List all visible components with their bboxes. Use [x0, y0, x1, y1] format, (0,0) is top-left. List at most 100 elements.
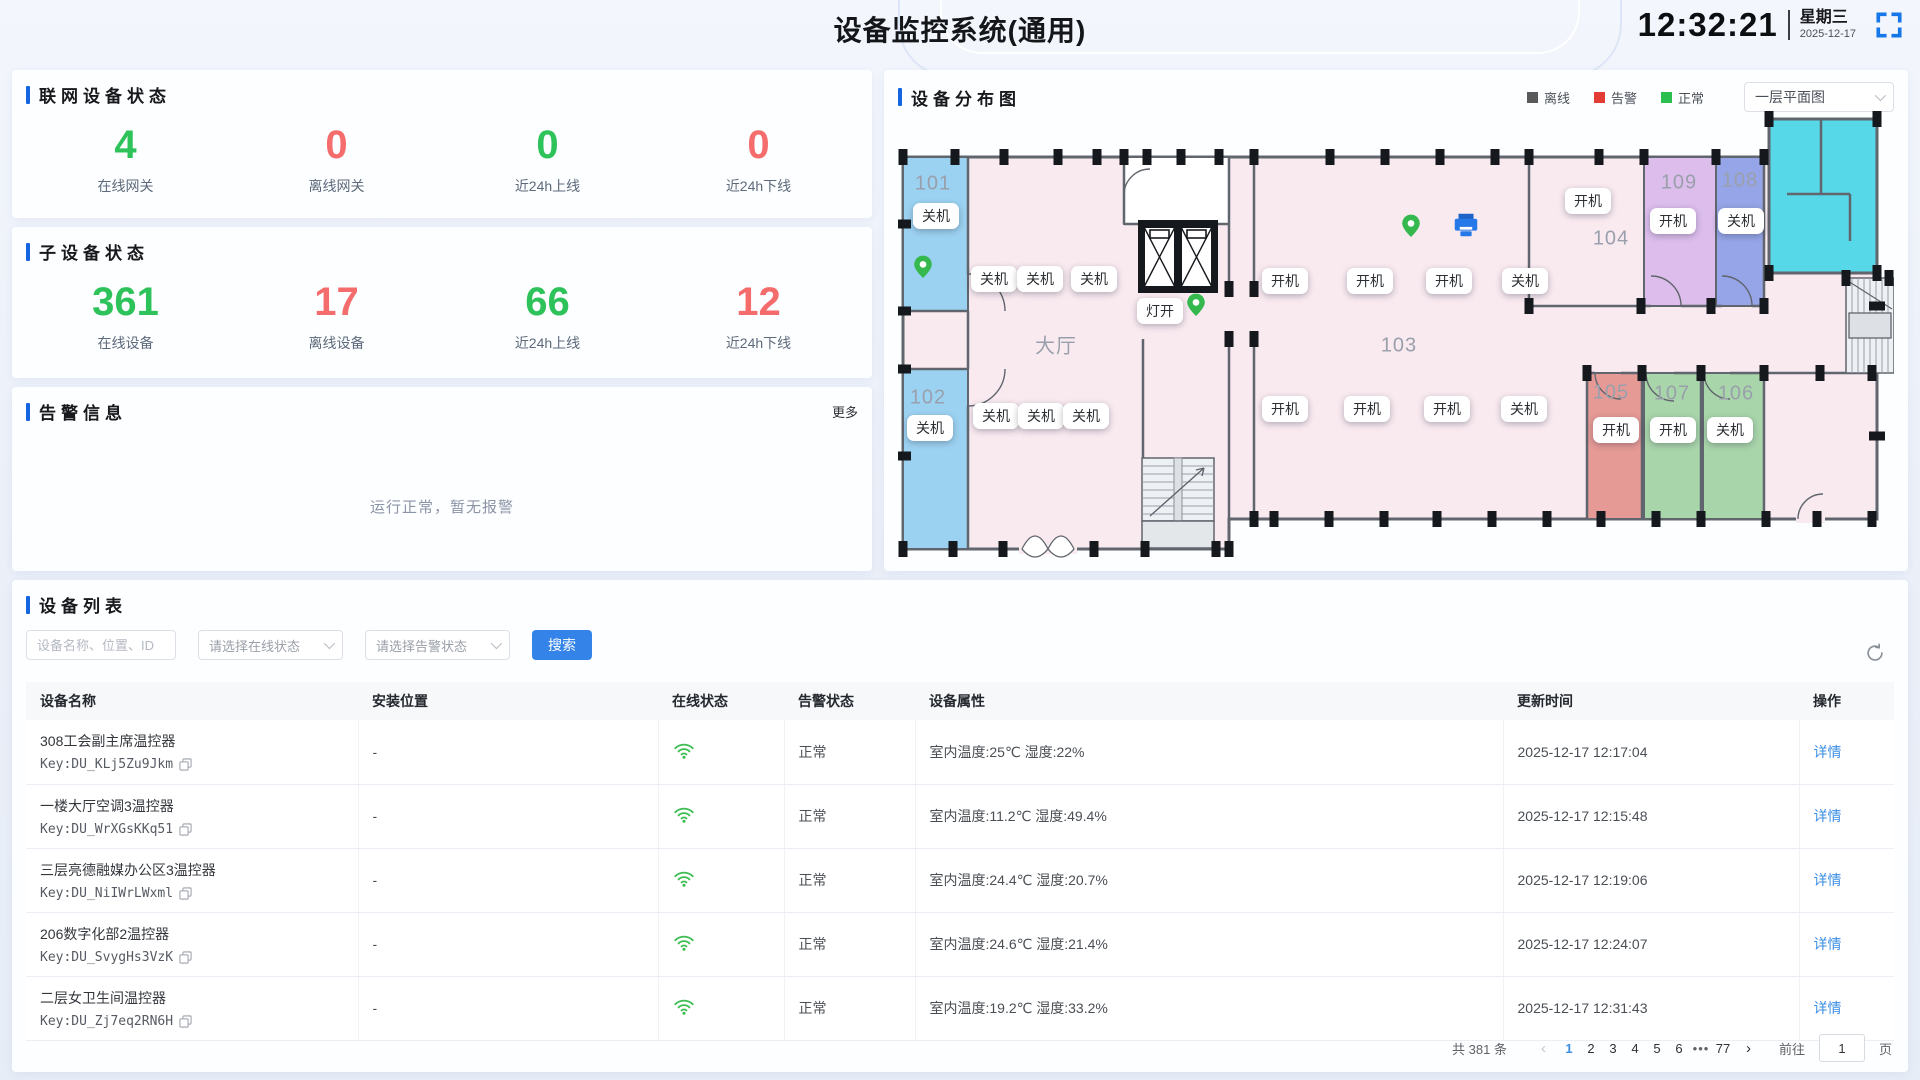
- device-state-badge[interactable]: 关机: [1063, 403, 1109, 429]
- device-attributes: 室内温度:25℃ 湿度:22%: [915, 720, 1503, 784]
- page-number[interactable]: 4: [1624, 1037, 1646, 1060]
- device-state-badge[interactable]: 开机: [1650, 417, 1696, 443]
- table-header-row: 设备名称 安装位置 在线状态 告警状态 设备属性 更新时间 操作: [26, 682, 1894, 720]
- device-state-badge[interactable]: 开机: [1344, 396, 1390, 422]
- stat-item: 361 在线设备: [20, 280, 231, 353]
- page-number[interactable]: 5: [1646, 1037, 1668, 1060]
- stat-item: 66 近24h上线: [442, 280, 653, 353]
- copy-icon[interactable]: [179, 1015, 192, 1028]
- device-state-badge[interactable]: 关机: [973, 403, 1019, 429]
- legend-color-swatch: [1594, 92, 1605, 103]
- device-state-badge[interactable]: 开机: [1424, 396, 1470, 422]
- page-number[interactable]: 1: [1558, 1037, 1580, 1060]
- device-state-badge[interactable]: 关机: [1071, 266, 1117, 292]
- device-state-badge[interactable]: 开机: [1347, 268, 1393, 294]
- device-state-badge[interactable]: 关机: [1501, 396, 1547, 422]
- online-select-placeholder: 请选择在线状态: [209, 636, 300, 655]
- pagination: 共 381 条 ‹ 1 2 3 4 5 6 ••• 77 › 前往 页: [1452, 1034, 1892, 1062]
- location-pin-icon[interactable]: [1398, 213, 1424, 239]
- device-state-badge[interactable]: 灯开: [1137, 298, 1183, 324]
- device-state-badge[interactable]: 关机: [913, 203, 959, 229]
- online-status-select[interactable]: 请选择在线状态: [198, 630, 343, 660]
- device-state-badge[interactable]: 关机: [971, 266, 1017, 292]
- device-key: Key:DU_KLj5Zu9Jkm: [40, 757, 173, 772]
- wifi-online-icon: [673, 805, 695, 824]
- panel-subdevice-status: 子设备状态 361 在线设备 17 离线设备 66 近24h上线 12 近24h…: [12, 227, 872, 378]
- stat-label: 在线网关: [20, 176, 231, 196]
- stat-value: 66: [442, 280, 653, 324]
- page-number[interactable]: •••: [1690, 1037, 1712, 1060]
- device-location: -: [358, 976, 658, 1040]
- updated-time: 2025-12-17 12:31:43: [1503, 976, 1799, 1040]
- stat-value: 12: [653, 280, 864, 324]
- room-label: 101: [915, 173, 951, 196]
- clock-divider: [1788, 10, 1790, 40]
- stat-value: 4: [20, 123, 231, 167]
- wifi-online-icon: [673, 741, 695, 760]
- panel-title: 告警信息: [26, 399, 127, 424]
- title-accent-bar: [26, 403, 30, 421]
- col-actions: 操作: [1799, 682, 1894, 720]
- room-label: 108: [1722, 170, 1758, 193]
- stat-label: 离线设备: [231, 333, 442, 353]
- device-state-badge[interactable]: 开机: [1262, 396, 1308, 422]
- pagination-total: 共 381 条: [1452, 1039, 1507, 1058]
- fullscreen-icon[interactable]: [1874, 10, 1904, 40]
- copy-icon[interactable]: [179, 758, 192, 771]
- page-number[interactable]: 3: [1602, 1037, 1624, 1060]
- legend-item: 离线: [1527, 88, 1570, 107]
- page-number[interactable]: 6: [1668, 1037, 1690, 1060]
- alarm-status: 正常: [784, 912, 915, 976]
- alarm-status-select[interactable]: 请选择告警状态: [365, 630, 510, 660]
- location-pin-icon[interactable]: [1183, 292, 1209, 318]
- device-key: Key:DU_NiIWrLWxml: [40, 886, 173, 901]
- gateway-stats: 4 在线网关 0 离线网关 0 近24h上线 0 近24h下线: [12, 107, 872, 196]
- legend-label: 离线: [1544, 88, 1570, 107]
- copy-icon[interactable]: [179, 887, 192, 900]
- title-accent-bar: [26, 243, 30, 261]
- stat-value: 0: [231, 123, 442, 167]
- device-state-badge[interactable]: 关机: [1718, 208, 1764, 234]
- device-state-badge[interactable]: 开机: [1565, 188, 1611, 214]
- device-state-badge[interactable]: 开机: [1262, 268, 1308, 294]
- search-input[interactable]: [26, 630, 176, 660]
- device-name: 三层亮德融媒办公区3温控器: [40, 860, 344, 880]
- refresh-icon[interactable]: [1864, 642, 1886, 664]
- stat-item: 17 离线设备: [231, 280, 442, 353]
- updated-time: 2025-12-17 12:17:04: [1503, 720, 1799, 784]
- panel-device-list: 设备列表 请选择在线状态 请选择告警状态 搜索 设备名称 安装位置 在线状态 告…: [12, 580, 1908, 1072]
- location-pin-icon[interactable]: [910, 254, 936, 280]
- page-number[interactable]: 77: [1712, 1037, 1734, 1060]
- panel-title: 联网设备状态: [26, 82, 171, 107]
- wifi-online-icon: [673, 869, 695, 888]
- copy-icon[interactable]: [179, 951, 192, 964]
- detail-link[interactable]: 详情: [1814, 1000, 1842, 1016]
- device-state-badge[interactable]: 关机: [1018, 403, 1064, 429]
- detail-link[interactable]: 详情: [1814, 808, 1842, 824]
- device-key: Key:DU_WrXGsKKq51: [40, 822, 173, 837]
- device-state-badge[interactable]: 开机: [1593, 417, 1639, 443]
- copy-icon[interactable]: [179, 823, 192, 836]
- printer-icon[interactable]: [1451, 210, 1481, 240]
- chevron-down-icon: [491, 638, 502, 649]
- goto-page-input[interactable]: [1819, 1034, 1865, 1062]
- device-attributes: 室内温度:24.6℃ 湿度:21.4%: [915, 912, 1503, 976]
- device-key: Key:DU_SvygHs3VzK: [40, 950, 173, 965]
- detail-link[interactable]: 详情: [1814, 936, 1842, 952]
- page-number[interactable]: 2: [1580, 1037, 1602, 1060]
- floor-select-value: 一层平面图: [1755, 87, 1825, 107]
- device-state-badge[interactable]: 关机: [1017, 266, 1063, 292]
- alarm-status: 正常: [784, 720, 915, 784]
- alarm-more-link[interactable]: 更多: [832, 402, 858, 421]
- search-button[interactable]: 搜索: [532, 630, 592, 660]
- device-state-badge[interactable]: 开机: [1426, 268, 1472, 294]
- detail-link[interactable]: 详情: [1814, 744, 1842, 760]
- device-state-badge[interactable]: 开机: [1650, 208, 1696, 234]
- next-page-arrow[interactable]: ›: [1740, 1040, 1757, 1057]
- detail-link[interactable]: 详情: [1814, 872, 1842, 888]
- device-state-badge[interactable]: 关机: [1707, 417, 1753, 443]
- device-state-badge[interactable]: 关机: [907, 415, 953, 441]
- prev-page-arrow[interactable]: ‹: [1535, 1040, 1552, 1057]
- device-state-badge[interactable]: 关机: [1502, 268, 1548, 294]
- col-alarm: 告警状态: [784, 682, 915, 720]
